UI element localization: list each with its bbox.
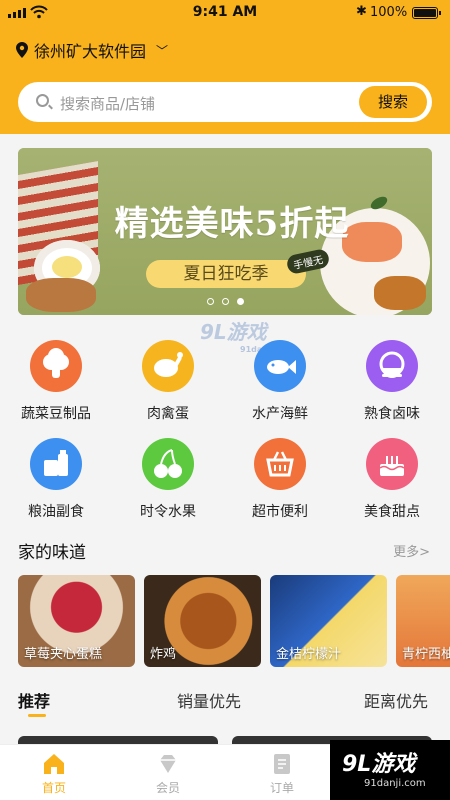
category-grain-oil[interactable]: 粮油副食 [0, 438, 112, 521]
pagination-dot[interactable] [221, 298, 229, 305]
search-button[interactable]: 搜索 [359, 86, 427, 118]
nav-label: 首页 [41, 781, 66, 795]
taste-card[interactable]: 炸鸡 [144, 575, 261, 667]
taste-card-label: 金桔柠檬汁 [276, 647, 342, 662]
bluetooth-icon: ✱ [356, 4, 367, 19]
taste-card[interactable]: 青柠西柚 [396, 575, 450, 667]
active-tab-indicator [28, 714, 46, 717]
sort-tabs: 推荐 销量优先 距离优先 [0, 680, 450, 740]
status-bar: 9:41 AM ✱ 100% [0, 0, 450, 26]
category-label: 时令水果 [140, 504, 196, 520]
basket-icon [254, 438, 306, 490]
diamond-icon [155, 751, 181, 777]
nav-label: 会员 [155, 781, 180, 795]
taste-card-label: 青柠西柚 [402, 647, 450, 662]
pagination-dot[interactable] [206, 298, 214, 305]
search-icon [36, 94, 49, 107]
chicken-icon [142, 340, 194, 392]
section-title: 家的味道 [18, 543, 86, 563]
location-selector[interactable]: 徐州矿大软件园 ﹀ [16, 38, 168, 62]
nav-label: 订单 [269, 781, 294, 795]
category-label: 肉禽蛋 [147, 406, 189, 422]
vegetable-icon [30, 340, 82, 392]
taste-card-label: 炸鸡 [150, 647, 177, 662]
banner-subtitle: 夏日狂吃季 [146, 260, 306, 288]
tab-sales-priority[interactable]: 销量优先 [177, 688, 241, 712]
search-input[interactable]: 搜索商品/店铺 [60, 93, 155, 114]
oil-icon [30, 438, 82, 490]
battery-percent: 100% [370, 5, 408, 20]
more-link[interactable]: 更多> [393, 541, 430, 560]
category-label: 美食甜点 [364, 504, 420, 520]
category-supermarket[interactable]: 超市便利 [224, 438, 336, 521]
home-taste-carousel: 草莓夹心蛋糕 炸鸡 金桔柠檬汁 青柠西柚 [18, 575, 450, 667]
taste-card-label: 草莓夹心蛋糕 [24, 647, 103, 662]
bread-graphic [26, 278, 96, 312]
category-vegetables[interactable]: 蔬菜豆制品 [0, 340, 112, 423]
nav-membership[interactable]: 会员 [138, 751, 198, 796]
location-pin-icon [16, 42, 28, 58]
category-label: 熟食卤味 [364, 406, 420, 422]
search-bar: 搜索商品/店铺 搜索 [18, 82, 432, 122]
cherry-icon [142, 438, 194, 490]
promo-banner[interactable]: 精选美味5折起 夏日狂吃季 手慢无 [18, 148, 432, 315]
bowl-icon [366, 340, 418, 392]
battery-icon [412, 7, 441, 19]
category-label: 超市便利 [252, 504, 308, 520]
banner-pagination [18, 298, 432, 305]
tab-recommended[interactable]: 推荐 [18, 688, 50, 712]
category-desserts[interactable]: 美食甜点 [336, 438, 448, 521]
location-name: 徐州矿大软件园 [34, 42, 147, 61]
watermark-badge: 9L游戏 91danji.com [330, 740, 450, 800]
fish-icon [254, 340, 306, 392]
banner-title: 精选美味5折起 [114, 204, 350, 244]
home-icon [41, 751, 67, 777]
nav-orders[interactable]: 订单 [252, 751, 312, 796]
category-label: 粮油副食 [28, 504, 84, 520]
order-icon [269, 751, 295, 777]
taste-card[interactable]: 金桔柠檬汁 [270, 575, 387, 667]
nav-home[interactable]: 首页 [24, 751, 84, 796]
pagination-dot-active[interactable] [236, 298, 244, 305]
category-label: 水产海鲜 [252, 406, 308, 422]
category-meat-poultry-eggs[interactable]: 肉禽蛋 [112, 340, 224, 423]
category-seafood[interactable]: 水产海鲜 [224, 340, 336, 423]
chevron-down-icon: ﹀ [156, 43, 169, 58]
taste-card[interactable]: 草莓夹心蛋糕 [18, 575, 135, 667]
cake-icon [366, 438, 418, 490]
category-label: 蔬菜豆制品 [21, 406, 91, 422]
tab-distance-priority[interactable]: 距离优先 [364, 688, 428, 712]
category-deli[interactable]: 熟食卤味 [336, 340, 448, 423]
category-grid: 蔬菜豆制品 肉禽蛋 水产海鲜 熟食卤味 粮油副食 时令水果 超市便利 美食甜点 [0, 332, 450, 522]
category-fruit[interactable]: 时令水果 [112, 438, 224, 521]
